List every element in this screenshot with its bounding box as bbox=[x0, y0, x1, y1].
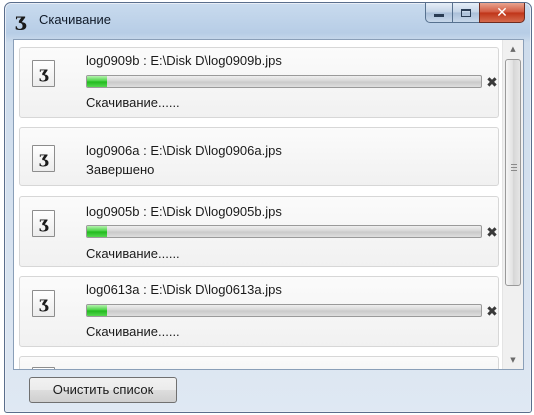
clear-list-button[interactable]: Очистить список bbox=[29, 377, 177, 403]
download-list-area: ʒ log0909b : E:\Disk D\log0909b.jps ✖ Ск… bbox=[13, 39, 524, 370]
window-title: Скачивание bbox=[39, 12, 112, 27]
download-item[interactable]: ʒ log0613a : E:\Disk D\log0613a.jps ✖ Ск… bbox=[19, 276, 499, 347]
download-status: Скачивание...... bbox=[86, 324, 180, 339]
maximize-button[interactable] bbox=[452, 3, 479, 23]
download-file-text: log0906a : E:\Disk D\log0906a.jps bbox=[86, 143, 282, 158]
vertical-scrollbar[interactable]: ▲ ▼ bbox=[502, 40, 523, 369]
scroll-down-arrow-icon[interactable]: ▼ bbox=[503, 353, 523, 367]
close-icon: ✕ bbox=[496, 4, 508, 21]
scrollbar-thumb[interactable] bbox=[505, 59, 521, 286]
cancel-download-button[interactable]: ✖ bbox=[484, 304, 500, 320]
scrollbar-grip-icon bbox=[511, 164, 517, 171]
download-status: Скачивание...... bbox=[86, 95, 180, 110]
download-progress-bar bbox=[86, 304, 482, 317]
app-icon: ʒ bbox=[15, 9, 26, 31]
progress-fill bbox=[87, 226, 107, 237]
download-progress-bar bbox=[86, 75, 482, 88]
close-button[interactable]: ✕ bbox=[479, 3, 525, 23]
maximize-icon bbox=[461, 8, 471, 17]
download-window: ʒ Скачивание ✕ ʒ log0909b : E:\Disk D\lo… bbox=[4, 2, 532, 413]
download-list: ʒ log0909b : E:\Disk D\log0909b.jps ✖ Ск… bbox=[14, 40, 502, 369]
scroll-up-arrow-icon[interactable]: ▲ bbox=[503, 42, 523, 56]
file-icon: ʒ bbox=[32, 145, 55, 172]
download-file-text: log0909b : E:\Disk D\log0909b.jps bbox=[86, 53, 282, 68]
window-controls: ✕ bbox=[425, 3, 525, 25]
download-file-text: log0905b : E:\Disk D\log0905b.jps bbox=[86, 204, 282, 219]
progress-fill bbox=[87, 305, 107, 316]
download-file-text: log0613a : E:\Disk D\log0613a.jps bbox=[86, 282, 282, 297]
cancel-download-button[interactable]: ✖ bbox=[484, 225, 500, 241]
file-icon bbox=[32, 367, 55, 369]
cancel-download-button[interactable]: ✖ bbox=[484, 75, 500, 91]
download-status: Завершено bbox=[86, 162, 155, 177]
download-item[interactable]: ʒ log0905b : E:\Disk D\log0905b.jps ✖ Ск… bbox=[19, 196, 499, 267]
download-status: Скачивание...... bbox=[86, 246, 180, 261]
minimize-icon bbox=[434, 14, 444, 17]
progress-fill bbox=[87, 76, 107, 87]
title-bar[interactable]: ʒ Скачивание ✕ bbox=[5, 3, 531, 37]
file-icon: ʒ bbox=[32, 210, 55, 237]
file-icon: ʒ bbox=[32, 60, 55, 87]
download-item[interactable]: ʒ log0909b : E:\Disk D\log0909b.jps ✖ Ск… bbox=[19, 47, 499, 118]
download-progress-bar bbox=[86, 225, 482, 238]
file-icon: ʒ bbox=[32, 290, 55, 317]
download-item-partial[interactable] bbox=[19, 356, 499, 369]
download-item[interactable]: ʒ log0906a : E:\Disk D\log0906a.jps Заве… bbox=[19, 127, 499, 186]
minimize-button[interactable] bbox=[425, 3, 452, 23]
